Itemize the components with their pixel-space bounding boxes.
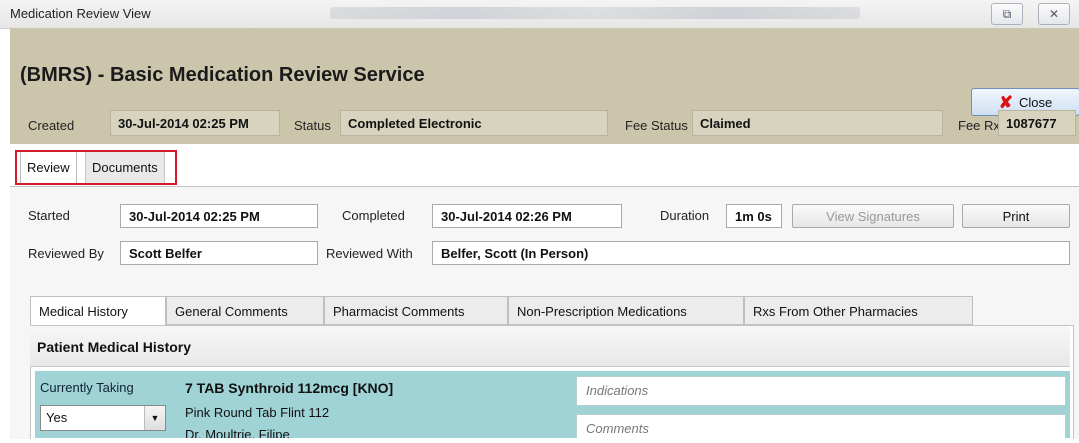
fee-status-value: Claimed	[692, 110, 943, 136]
started-label: Started	[28, 208, 70, 223]
tab-pharmacist-comments[interactable]: Pharmacist Comments	[324, 296, 508, 325]
section-title: Patient Medical History	[37, 339, 192, 355]
print-button[interactable]: Print	[962, 204, 1070, 228]
medication-description: Pink Round Tab Flint 112	[185, 405, 330, 420]
reviewed-with-value: Belfer, Scott (In Person)	[432, 241, 1070, 265]
section-header: Patient Medical History	[30, 326, 1070, 367]
prescriber-name-clipped: Dr. Moultrie, Filipe	[185, 428, 290, 438]
blurred-title-area	[330, 7, 860, 19]
dropdown-arrow-icon[interactable]: ▼	[144, 406, 165, 430]
prescriber-name: Dr. Moultrie, Filipe	[185, 428, 290, 438]
reviewed-by-label: Reviewed By	[28, 246, 104, 261]
completed-value: 30-Jul-2014 02:26 PM	[432, 204, 622, 228]
reviewed-with-label: Reviewed With	[326, 246, 413, 261]
comments-field[interactable]: Comments	[576, 414, 1066, 438]
tab-non-prescription-medications[interactable]: Non-Prescription Medications	[508, 296, 744, 325]
fee-rx-value: 1087677	[998, 110, 1076, 136]
tab-medical-history[interactable]: Medical History	[30, 296, 166, 326]
completed-label: Completed	[342, 208, 405, 223]
indications-field[interactable]: Indications	[576, 376, 1066, 406]
close-button-label: Close	[1019, 94, 1053, 110]
restore-window-button[interactable]: ⧉	[991, 3, 1023, 25]
started-value: 30-Jul-2014 02:25 PM	[120, 204, 318, 228]
duration-label: Duration	[660, 208, 710, 223]
fee-rx-label: Fee Rx	[958, 118, 1000, 133]
close-window-button[interactable]: ✕	[1038, 3, 1070, 25]
created-value: 30-Jul-2014 02:25 PM	[110, 110, 280, 136]
tab-documents[interactable]: Documents	[85, 150, 165, 185]
window-titlebar: Medication Review View ⧉ ✕	[0, 0, 1079, 29]
medication-row[interactable]: Currently Taking Yes ▼ 7 TAB Synthroid 1…	[35, 371, 1070, 438]
currently-taking-select[interactable]: Yes ▼	[40, 405, 166, 431]
currently-taking-value: Yes	[46, 410, 68, 425]
red-x-icon: ✘	[998, 92, 1013, 112]
reviewed-by-value: Scott Belfer	[120, 241, 318, 265]
window-title: Medication Review View	[10, 6, 151, 21]
currently-taking-label: Currently Taking	[40, 380, 134, 395]
fee-status-label: Fee Status	[625, 118, 688, 133]
tab-review[interactable]: Review	[20, 150, 77, 184]
created-label: Created	[28, 118, 75, 133]
tab-general-comments[interactable]: General Comments	[166, 296, 324, 325]
status-value: Completed Electronic	[340, 110, 608, 136]
status-label: Status	[294, 118, 331, 133]
tab-rxs-from-other-pharmacies[interactable]: Rxs From Other Pharmacies	[744, 296, 973, 325]
page-title: (BMRS) - Basic Medication Review Service	[20, 64, 425, 86]
view-signatures-button[interactable]: View Signatures	[792, 204, 954, 228]
medication-name: 7 TAB Synthroid 112mcg [KNO]	[185, 380, 394, 396]
duration-value: 1m 0s	[726, 204, 782, 228]
